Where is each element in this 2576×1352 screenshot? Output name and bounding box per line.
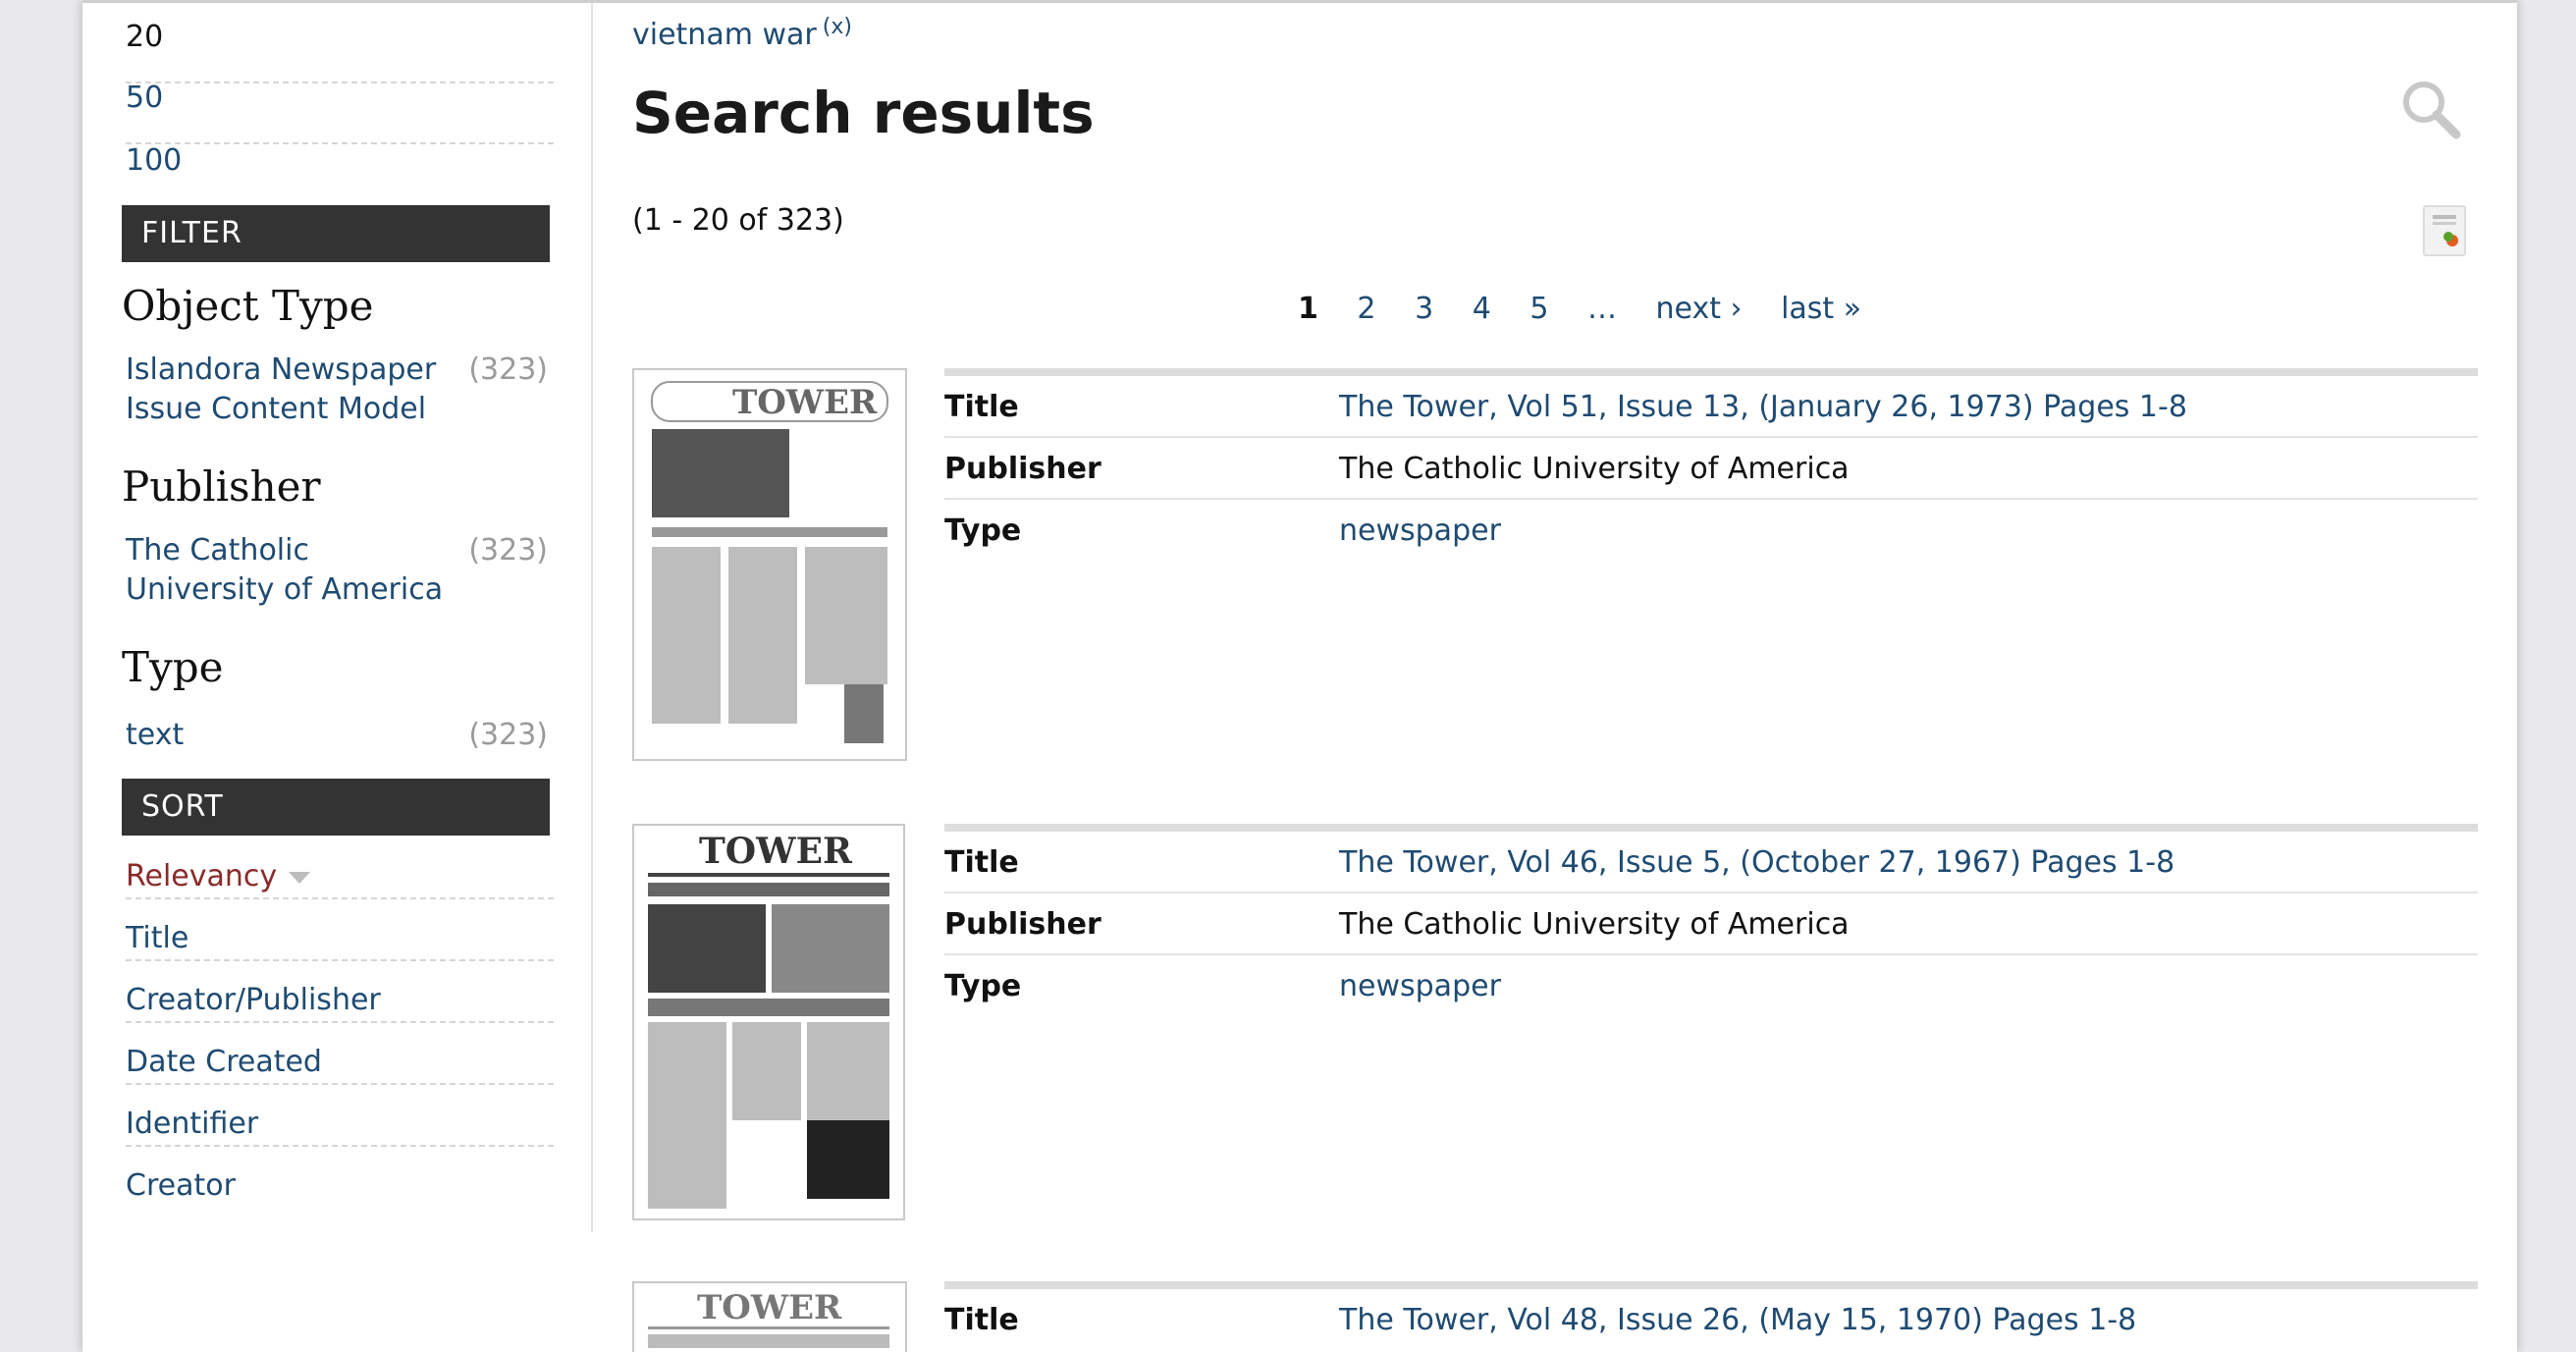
caret-down-icon[interactable] [289, 871, 311, 884]
type-link[interactable]: newspaper [1339, 969, 1501, 1003]
page-title: Search results [632, 80, 1095, 146]
per-page-100[interactable]: 100 [126, 146, 554, 207]
page-container: 20 50 100 FILTER Object Type Islandora N… [82, 0, 2517, 1352]
sort-title[interactable]: Title [126, 899, 554, 961]
sort-label: Identifier [126, 1107, 259, 1141]
rss-graphic [2433, 215, 2458, 246]
sort-label: Creator/Publisher [126, 983, 381, 1017]
result-title-link[interactable]: The Tower, Vol 46, Issue 5, (October 27,… [1339, 845, 2174, 880]
filter-heading: FILTER [122, 205, 550, 262]
facet-item-count: (323) [468, 352, 548, 387]
result-metadata: Title The Tower, Vol 46, Issue 5, (Octob… [944, 824, 2478, 1017]
sort-label: Relevancy [126, 859, 278, 893]
facet-item-label[interactable]: text [126, 716, 459, 755]
metadata-row-type: Type newspaper [944, 500, 2478, 562]
pagination: 1 2 3 4 5 … next › last » [1298, 292, 1891, 326]
next-page-link[interactable]: next › [1656, 292, 1743, 326]
metadata-row-title: Title The Tower, Vol 46, Issue 5, (Octob… [944, 832, 2478, 893]
per-page-20[interactable]: 20 [126, 23, 554, 83]
newspaper-thumbnail-image: TOWER [648, 831, 889, 1209]
result-title-link[interactable]: The Tower, Vol 48, Issue 26, (May 15, 19… [1339, 1303, 2136, 1337]
result-thumbnail[interactable]: TOWER [632, 1281, 907, 1352]
field-label: Publisher [944, 452, 1101, 486]
newspaper-thumbnail-image: TOWER [648, 1288, 889, 1348]
per-page-label: 100 [126, 143, 183, 178]
facet-item-label[interactable]: Islandora Newspaper Issue Content Model [126, 351, 459, 429]
result-item: TOWER Title The Tower, Vol 51, Issue 13,… [632, 368, 2478, 761]
page-link-3[interactable]: 3 [1415, 292, 1433, 326]
sort-date-created[interactable]: Date Created [126, 1023, 554, 1085]
page-link-1: 1 [1298, 292, 1318, 326]
facet-item-object-type[interactable]: Islandora Newspaper Issue Content Model … [126, 351, 548, 429]
per-page-label: 50 [126, 81, 164, 115]
metadata-row-type: Type newspaper [944, 955, 2478, 1017]
facet-heading-object-type: Object Type [122, 282, 374, 330]
remove-term-button[interactable]: (x) [823, 15, 852, 39]
field-label: Type [944, 969, 1022, 1003]
metadata-row-title: Title The Tower, Vol 48, Issue 26, (May … [944, 1289, 2478, 1351]
sort-relevancy[interactable]: Relevancy [126, 838, 554, 899]
facet-heading-publisher: Publisher [122, 462, 321, 511]
field-label: Publisher [944, 907, 1101, 942]
sort-label: Date Created [126, 1045, 322, 1079]
field-label: Title [944, 1303, 1019, 1337]
last-page-link[interactable]: last » [1781, 292, 1861, 326]
facet-heading-type: Type [122, 643, 224, 691]
facet-item-count: (323) [468, 533, 548, 568]
sort-heading: SORT [122, 779, 550, 836]
facet-item-type[interactable]: text (323) [126, 716, 548, 755]
facet-item-label[interactable]: The Catholic University of America [126, 531, 459, 610]
breadcrumb: vietnam war (x) [632, 15, 852, 52]
result-item: TOWER Title The Tower, Vol 48, Issue 26,… [632, 1281, 2478, 1352]
result-thumbnail[interactable]: TOWER [632, 824, 905, 1220]
facet-item-count: (323) [468, 718, 548, 752]
per-page-label: 20 [126, 20, 164, 54]
field-label: Type [944, 514, 1022, 548]
sort-label: Creator [126, 1168, 236, 1203]
result-thumbnail[interactable]: TOWER [632, 368, 907, 761]
result-metadata: Title The Tower, Vol 48, Issue 26, (May … [944, 1281, 2478, 1351]
sort-creator[interactable]: Creator [126, 1147, 554, 1209]
metadata-row-publisher: Publisher The Catholic University of Ame… [944, 893, 2478, 955]
facet-item-publisher[interactable]: The Catholic University of America (323) [126, 531, 548, 610]
field-label: Title [944, 390, 1019, 424]
sidebar-divider [591, 3, 593, 1232]
search-icon[interactable] [2399, 78, 2462, 140]
result-item: TOWER Title The Tower, Vol 46, Issue 5, … [632, 824, 2478, 1220]
type-link[interactable]: newspaper [1339, 514, 1501, 548]
newspaper-thumbnail-image: TOWER [651, 381, 888, 743]
per-page-50[interactable]: 50 [126, 83, 554, 144]
page-link-2[interactable]: 2 [1357, 292, 1375, 326]
page-link-5[interactable]: 5 [1530, 292, 1548, 326]
sort-label: Title [126, 921, 189, 955]
rss-feed-icon[interactable] [2423, 205, 2466, 256]
sort-creator-publisher[interactable]: Creator/Publisher [126, 961, 554, 1023]
page-link-4[interactable]: 4 [1473, 292, 1491, 326]
breadcrumb-term[interactable]: vietnam war [632, 18, 817, 52]
field-value: The Catholic University of America [1339, 452, 1850, 486]
metadata-row-publisher: Publisher The Catholic University of Ame… [944, 438, 2478, 500]
page-ellipsis: … [1586, 292, 1617, 326]
field-label: Title [944, 845, 1019, 880]
result-title-link[interactable]: The Tower, Vol 51, Issue 13, (January 26… [1339, 390, 2187, 424]
result-metadata: Title The Tower, Vol 51, Issue 13, (Janu… [944, 368, 2478, 562]
masthead-text: TOWER [699, 831, 853, 872]
field-value: The Catholic University of America [1339, 907, 1850, 942]
masthead-text: TOWER [732, 383, 878, 422]
metadata-row-title: Title The Tower, Vol 51, Issue 13, (Janu… [944, 376, 2478, 438]
result-count: (1 - 20 of 323) [632, 203, 844, 238]
masthead-text: TOWER [697, 1288, 842, 1327]
sort-identifier[interactable]: Identifier [126, 1085, 554, 1147]
